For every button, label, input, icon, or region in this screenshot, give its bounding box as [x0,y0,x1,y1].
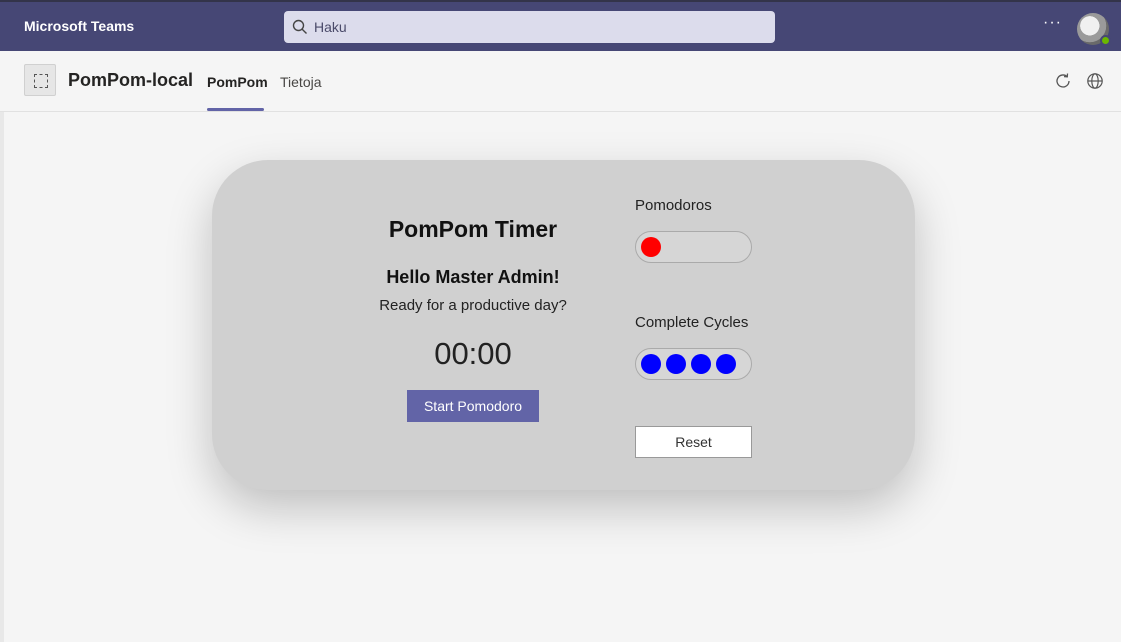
search-input[interactable] [314,11,754,43]
refresh-icon[interactable] [1054,72,1072,90]
greeting: Hello Master Admin! [386,267,560,287]
more-icon[interactable]: ··· [1043,14,1062,32]
teams-topbar: Microsoft Teams ··· [0,0,1121,51]
card-title: PomPom Timer [388,216,558,242]
left-edge [0,112,4,642]
presence-available-icon [1100,35,1111,46]
tab-pompom[interactable]: PomPom [207,74,268,90]
pomodoro-dot [641,237,661,257]
search-box[interactable] [284,11,775,43]
reset-button[interactable]: Reset [635,426,752,458]
subtitle: Ready for a productive day? [379,297,567,314]
globe-icon[interactable] [1086,72,1104,90]
active-tab-indicator [207,108,264,111]
cycles-indicator [635,348,752,380]
search-icon [292,19,307,34]
start-pomodoro-button[interactable]: Start Pomodoro [407,390,539,422]
cycles-label: Complete Cycles [635,314,749,331]
app-icon [24,64,56,96]
page-title: PomPom-local [68,70,194,90]
tab-tietoja[interactable]: Tietoja [280,74,322,90]
cycle-dot [641,354,661,374]
app-header: PomPom-local PomPom Tietoja [0,51,1121,112]
timer-display: 00:00 [434,336,512,371]
cycle-dot [716,354,736,374]
cycle-dot [691,354,711,374]
pompom-card: PomPom Timer Hello Master Admin! Ready f… [212,160,915,490]
avatar[interactable] [1077,13,1111,46]
cycle-dot [666,354,686,374]
pomodoros-label: Pomodoros [635,197,712,214]
pomodoros-indicator [635,231,752,263]
app-name: Microsoft Teams [24,18,135,34]
